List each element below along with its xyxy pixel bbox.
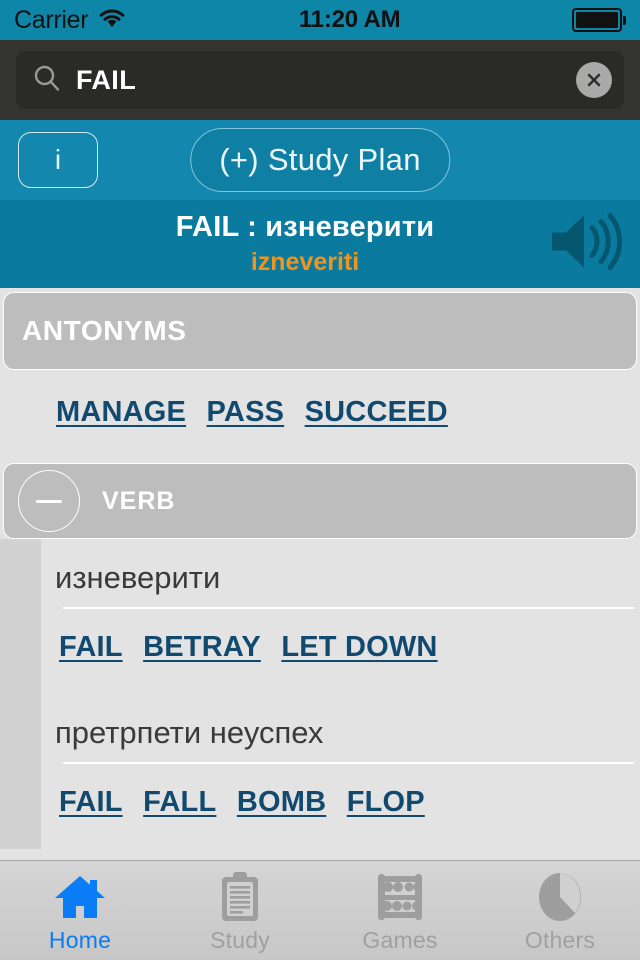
word-link[interactable]: FAIL — [59, 786, 123, 818]
word-link[interactable]: FLOP — [347, 786, 425, 818]
word-link[interactable]: SUCCEED — [305, 396, 448, 428]
tab-label: Home — [48, 927, 112, 953]
search-icon — [32, 63, 62, 98]
battery-full-icon — [572, 8, 622, 32]
section-title: ANTONYMS — [22, 315, 187, 346]
content-scroll[interactable]: ANTONYMS MANAGE PASS SUCCEED VERB изневе… — [0, 288, 640, 861]
toolbar: i (+) Study Plan — [0, 120, 640, 200]
entry-list: изневерити FAIL BETRAY LET DOWN претрпет… — [41, 539, 640, 850]
tab-label: Study — [210, 927, 270, 953]
word-link[interactable]: MANAGE — [56, 396, 186, 428]
headword: FAIL : изневерити — [175, 211, 435, 244]
word-link[interactable]: FAIL — [59, 631, 123, 663]
list-item: претрпети неуспех FAIL FALL BOMB FLOP — [41, 694, 640, 849]
section-title: VERB — [102, 486, 176, 515]
section-header-antonyms[interactable]: ANTONYMS — [3, 292, 637, 370]
info-button[interactable]: i — [18, 132, 98, 188]
battery-tip — [623, 15, 626, 25]
clipboard-icon — [218, 871, 262, 923]
entry-term: претрпети неуспех — [55, 715, 324, 751]
search-bar: FAIL — [0, 40, 640, 120]
tab-games[interactable]: Games — [320, 861, 480, 960]
clear-circle-icon[interactable] — [576, 62, 612, 98]
speaker-icon[interactable] — [548, 211, 626, 278]
study-plan-button[interactable]: (+) Study Plan — [190, 128, 450, 192]
word-header: FAIL : изневерити izneveriti — [0, 200, 640, 288]
status-bar: Carrier 11:20 AM — [0, 0, 640, 40]
list-item: изневерити FAIL BETRAY LET DOWN — [41, 539, 640, 694]
pie-icon — [535, 871, 585, 923]
antonyms-links: MANAGE PASS SUCCEED — [0, 370, 640, 459]
tab-label: Games — [362, 927, 438, 953]
tab-label: Others — [524, 927, 596, 953]
status-bar-left: Carrier — [14, 6, 127, 35]
entry-links: FAIL BETRAY LET DOWN — [41, 609, 640, 694]
tab-study[interactable]: Study — [160, 861, 320, 960]
word-header-text: FAIL : изневерити izneveriti — [16, 211, 624, 276]
search-input[interactable]: FAIL — [76, 65, 562, 96]
tab-bar: Home Study Games Others — [0, 861, 640, 960]
carrier-label: Carrier — [14, 5, 89, 34]
status-bar-right — [572, 8, 626, 32]
search-field[interactable]: FAIL — [16, 51, 624, 109]
minus-circle-icon[interactable] — [18, 470, 80, 532]
section-header-verb[interactable]: VERB — [3, 463, 637, 539]
tab-home[interactable]: Home — [0, 861, 160, 960]
home-icon — [53, 871, 107, 923]
wifi-icon — [97, 7, 127, 34]
word-link[interactable]: PASS — [207, 396, 285, 428]
word-link[interactable]: FALL — [143, 786, 216, 818]
abacus-icon — [373, 871, 427, 923]
app-root: Carrier 11:20 AM FAIL i (+) Study Plan F… — [0, 0, 640, 960]
entry-gutter — [0, 539, 41, 850]
word-link[interactable]: BOMB — [237, 786, 326, 818]
tab-others[interactable]: Others — [480, 861, 640, 960]
status-bar-time: 11:20 AM — [298, 6, 401, 33]
transliteration: izneveriti — [250, 247, 360, 276]
entry-links: FAIL FALL BOMB FLOP — [41, 764, 640, 849]
word-link[interactable]: LET DOWN — [281, 631, 437, 663]
word-link[interactable]: BETRAY — [143, 631, 261, 663]
entry-term: изневерити — [55, 560, 221, 595]
verb-entries: изневерити FAIL BETRAY LET DOWN претрпет… — [0, 539, 640, 850]
